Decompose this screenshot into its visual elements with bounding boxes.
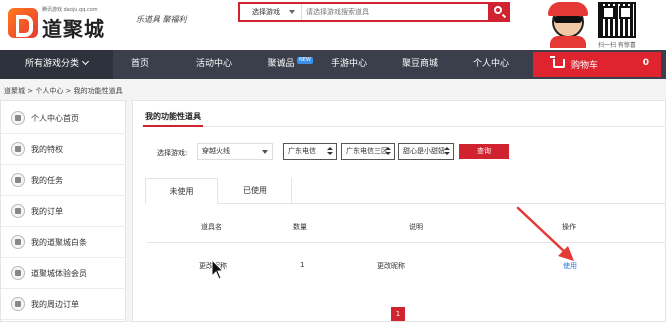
site-slogan: 乐道具 聚福利 <box>136 15 187 24</box>
sidebar-item-label: 我的周边订单 <box>31 300 79 309</box>
sidebar: 个人中心首页 我的特权 我的任务 我的订单 我的道聚城白条 道聚城体验会员 我的… <box>0 100 126 322</box>
search-bar: 选择游戏 <box>238 2 510 22</box>
task-icon <box>11 173 25 187</box>
sidebar-item-privileges[interactable]: 我的特权 <box>1 134 126 165</box>
quantity-cell: 1 <box>300 261 305 269</box>
sidebar-item-orders[interactable]: 我的订单 <box>1 196 126 227</box>
role-select[interactable]: 甜心是小甜妞 <box>398 143 454 160</box>
column-header-description: 说明 <box>409 223 423 231</box>
select-arrows-icon <box>326 147 333 156</box>
new-badge: NEW <box>297 57 313 64</box>
nav-item-user-center[interactable]: 个人中心 <box>468 50 514 79</box>
nav-item-home[interactable]: 首页 <box>122 50 158 79</box>
main-panel: 我的功能性道具 选择游戏: 穿越火线 广东电信 广东电信三区 甜心是小甜妞 查询… <box>132 100 666 322</box>
tab-bar: 未使用 已使用 <box>145 178 665 204</box>
sidebar-item-label: 我的任务 <box>31 176 63 185</box>
filter-label: 选择游戏: <box>157 149 188 157</box>
query-button[interactable]: 查询 <box>459 144 509 159</box>
logo-subtitle: 腾讯游戏 daoju.qq.com <box>42 7 98 13</box>
select-arrows-icon <box>384 147 391 156</box>
sidebar-item-label: 道聚城体验会员 <box>31 269 87 278</box>
table-divider <box>147 242 665 243</box>
column-header-item-name: 道具名 <box>201 223 222 231</box>
nav-item-mobile-games[interactable]: 手游中心 <box>326 50 372 79</box>
server-select-value: 广东电信三区 <box>346 147 388 155</box>
item-name-cell: 更改昵称 <box>199 262 227 270</box>
member-icon <box>11 266 25 280</box>
nav-item-events[interactable]: 活动中心 <box>186 50 242 79</box>
column-header-action: 操作 <box>562 223 576 231</box>
mascot-image <box>542 0 594 48</box>
home-icon <box>11 111 25 125</box>
search-type-label: 选择游戏 <box>252 8 280 16</box>
sidebar-item-credit[interactable]: 我的道聚城白条 <box>1 227 126 258</box>
breadcrumb: 道聚城 > 个人中心 > 我的功能性道具 <box>4 87 123 95</box>
nav-item-jd-mall[interactable]: 聚豆商城 <box>398 50 442 79</box>
game-select-value: 穿越火线 <box>202 147 230 155</box>
region-select-value: 广东电信 <box>288 147 316 155</box>
chevron-down-icon <box>262 150 268 154</box>
logo-name: 道聚城 <box>42 17 105 41</box>
tab-used[interactable]: 已使用 <box>219 178 292 204</box>
page-button-1[interactable]: 1 <box>391 307 405 321</box>
nav-all-games[interactable]: 所有游戏分类 <box>0 50 113 79</box>
sidebar-item-label: 我的道聚城白条 <box>31 238 87 247</box>
sidebar-item-label: 我的特权 <box>31 145 63 154</box>
search-game-type-select[interactable]: 选择游戏 <box>240 4 302 20</box>
sidebar-item-label: 我的订单 <box>31 207 63 216</box>
cart-count: 0 <box>642 58 649 68</box>
chevron-down-icon <box>81 57 90 66</box>
sidebar-item-home[interactable]: 个人中心首页 <box>1 103 126 134</box>
chevron-down-icon <box>289 10 295 14</box>
description-cell: 更改昵称 <box>377 262 405 270</box>
site-header: 腾讯游戏 daoju.qq.com 道聚城 乐道具 聚福利 选择游戏 扫一扫 有… <box>0 0 666 50</box>
qr-code-icon <box>598 2 636 38</box>
page-title: 我的功能性道具 <box>145 112 201 121</box>
search-input[interactable] <box>306 5 486 19</box>
order-icon <box>11 204 25 218</box>
site-logo[interactable]: 腾讯游戏 daoju.qq.com 道聚城 <box>8 4 133 44</box>
sidebar-item-tasks[interactable]: 我的任务 <box>1 165 126 196</box>
sidebar-item-trial-member[interactable]: 道聚城体验会员 <box>1 258 126 289</box>
server-select[interactable]: 广东电信三区 <box>341 143 395 160</box>
use-link[interactable]: 使用 <box>563 261 577 271</box>
tab-unused[interactable]: 未使用 <box>145 178 218 204</box>
search-button[interactable] <box>488 2 510 22</box>
select-arrows-icon <box>443 147 450 156</box>
cart-icon <box>550 56 565 68</box>
nav-all-games-label: 所有游戏分类 <box>24 59 79 69</box>
sidebar-item-label: 个人中心首页 <box>31 114 79 123</box>
qr-caption: 扫一扫 有惊喜 <box>598 42 636 49</box>
sidebar-item-merch-orders[interactable]: 我的周边订单 <box>1 289 126 320</box>
cart-label: 购物车 <box>571 61 599 71</box>
role-select-value: 甜心是小甜妞 <box>403 147 445 155</box>
column-header-quantity: 数量 <box>293 223 307 231</box>
logo-mark-icon <box>8 8 38 38</box>
credit-icon <box>11 235 25 249</box>
nav-item-jcp[interactable]: 聚诚品 <box>266 50 296 79</box>
game-select[interactable]: 穿越火线 <box>197 143 273 160</box>
region-select[interactable]: 广东电信 <box>283 143 337 160</box>
search-icon <box>494 6 502 14</box>
title-underline <box>143 125 203 127</box>
crown-icon <box>11 142 25 156</box>
cart-button[interactable]: 购物车 0 <box>533 52 661 77</box>
merch-icon <box>11 297 25 311</box>
divider <box>141 126 666 127</box>
